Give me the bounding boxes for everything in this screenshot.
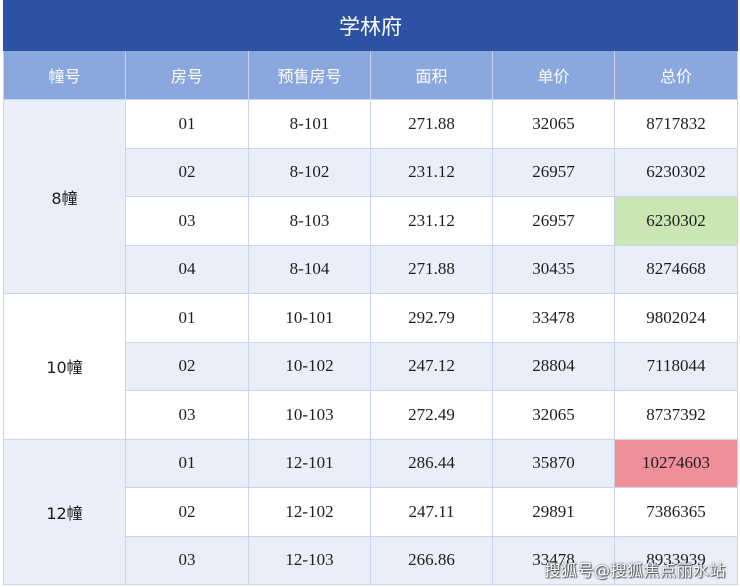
area-cell: 247.11 <box>370 487 493 537</box>
room-cell: 01 <box>125 293 249 343</box>
unit-price-cell: 26957 <box>492 147 615 197</box>
title-row: 学林府 <box>2 0 739 51</box>
header-unit-price: 单价 <box>492 50 615 100</box>
presale-cell: 12-103 <box>248 535 371 585</box>
area-cell: 247.12 <box>370 341 493 391</box>
presale-cell: 10-101 <box>248 293 371 343</box>
total-price-cell: 7386365 <box>613 487 739 537</box>
presale-cell: 10-103 <box>248 390 371 440</box>
total-price-cell: 6230302 <box>613 147 739 197</box>
watermark: 搜狐号@搜狐焦点丽水站 <box>544 561 726 580</box>
unit-price-cell: 33478 <box>492 293 615 343</box>
area-cell: 272.49 <box>370 390 493 440</box>
presale-cell: 8-103 <box>248 196 371 246</box>
total-price-cell: 8274668 <box>613 244 739 294</box>
total-price-cell-highlighted-red: 10274603 <box>613 438 739 488</box>
presale-cell: 12-101 <box>248 438 371 488</box>
building-cell: 12幢 <box>3 438 126 585</box>
unit-price-cell: 29891 <box>492 487 615 537</box>
header-room: 房号 <box>125 50 249 100</box>
room-cell: 03 <box>125 196 249 246</box>
price-table: 学林府 幢号 房号 预售房号 面积 单价 总价 8幢 01 8-101 271.… <box>2 0 739 585</box>
unit-price-cell: 30435 <box>492 244 615 294</box>
unit-price-cell: 26957 <box>492 196 615 246</box>
presale-cell: 12-102 <box>248 487 371 537</box>
total-price-cell: 9802024 <box>613 293 739 343</box>
area-cell: 231.12 <box>370 196 493 246</box>
room-cell: 01 <box>125 438 249 488</box>
header-row: 幢号 房号 预售房号 面积 单价 总价 <box>3 50 739 100</box>
table-row: 12幢 01 12-101 286.44 35870 10274603 <box>3 438 739 585</box>
area-cell: 231.12 <box>370 147 493 197</box>
unit-price-cell: 32065 <box>492 390 615 440</box>
room-cell: 02 <box>125 487 249 537</box>
room-cell: 02 <box>125 147 249 197</box>
unit-price-cell: 35870 <box>492 438 615 488</box>
header-presale-number: 预售房号 <box>248 50 371 100</box>
presale-cell: 8-102 <box>248 147 371 197</box>
area-cell: 266.86 <box>370 535 493 585</box>
price-table-container: 学林府 幢号 房号 预售房号 面积 单价 总价 8幢 01 8-101 271.… <box>2 0 739 585</box>
room-cell: 02 <box>125 341 249 391</box>
unit-price-cell: 32065 <box>492 99 615 149</box>
total-price-cell: 8717832 <box>613 99 739 149</box>
table-title: 学林府 <box>2 0 739 51</box>
total-price-cell: 7118044 <box>613 341 739 391</box>
room-cell: 03 <box>125 535 249 585</box>
unit-price-cell: 28804 <box>492 341 615 391</box>
room-cell: 01 <box>125 99 249 149</box>
area-cell: 271.88 <box>370 244 493 294</box>
header-total-price: 总价 <box>613 50 739 100</box>
header-area: 面积 <box>370 50 493 100</box>
total-price-cell: 8737392 <box>613 390 739 440</box>
room-cell: 04 <box>125 244 249 294</box>
area-cell: 286.44 <box>370 438 493 488</box>
table-row: 8幢 01 8-101 271.88 32065 8717832 <box>3 99 739 294</box>
total-price-cell-highlighted-green: 6230302 <box>613 196 739 246</box>
presale-cell: 10-102 <box>248 341 371 391</box>
building-cell: 8幢 <box>3 99 126 294</box>
area-cell: 292.79 <box>370 293 493 343</box>
header-building: 幢号 <box>3 50 126 100</box>
presale-cell: 8-104 <box>248 244 371 294</box>
room-cell: 03 <box>125 390 249 440</box>
table-row: 10幢 01 10-101 292.79 33478 9802024 <box>3 293 739 440</box>
presale-cell: 8-101 <box>248 99 371 149</box>
building-cell: 10幢 <box>3 293 126 440</box>
area-cell: 271.88 <box>370 99 493 149</box>
